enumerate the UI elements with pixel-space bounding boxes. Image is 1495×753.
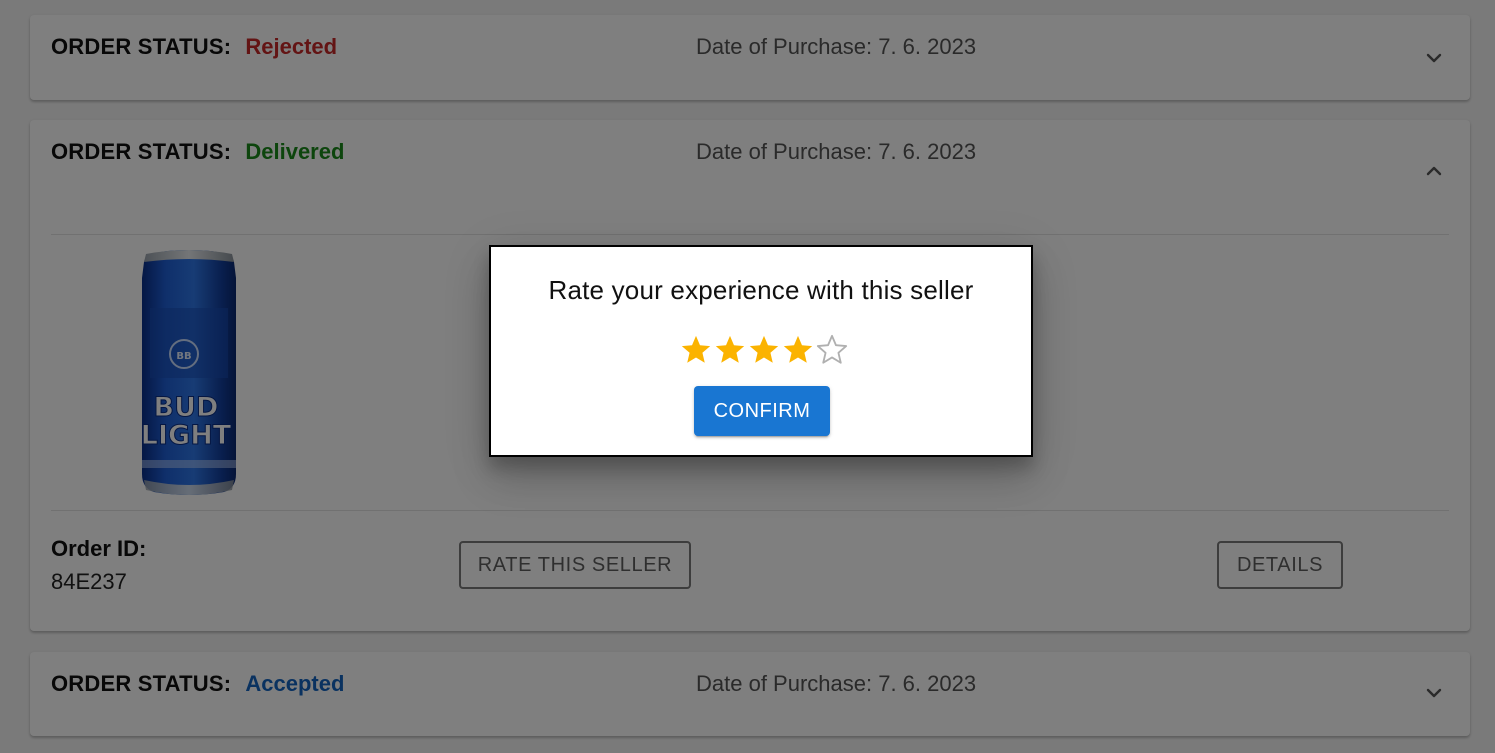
dialog-title: Rate your experience with this seller: [548, 275, 974, 305]
star-filled-icon[interactable]: [679, 333, 713, 367]
star-rating[interactable]: [679, 333, 849, 367]
star-filled-icon[interactable]: [713, 333, 747, 367]
star-empty-icon[interactable]: [815, 333, 849, 367]
star-filled-icon[interactable]: [781, 333, 815, 367]
confirm-button[interactable]: CONFIRM: [694, 386, 830, 436]
star-filled-icon[interactable]: [747, 333, 781, 367]
orders-page: ORDER STATUS: Rejected Date of Purchase:…: [0, 0, 1495, 753]
rating-dialog: Rate your experience with this seller CO…: [489, 245, 1033, 457]
